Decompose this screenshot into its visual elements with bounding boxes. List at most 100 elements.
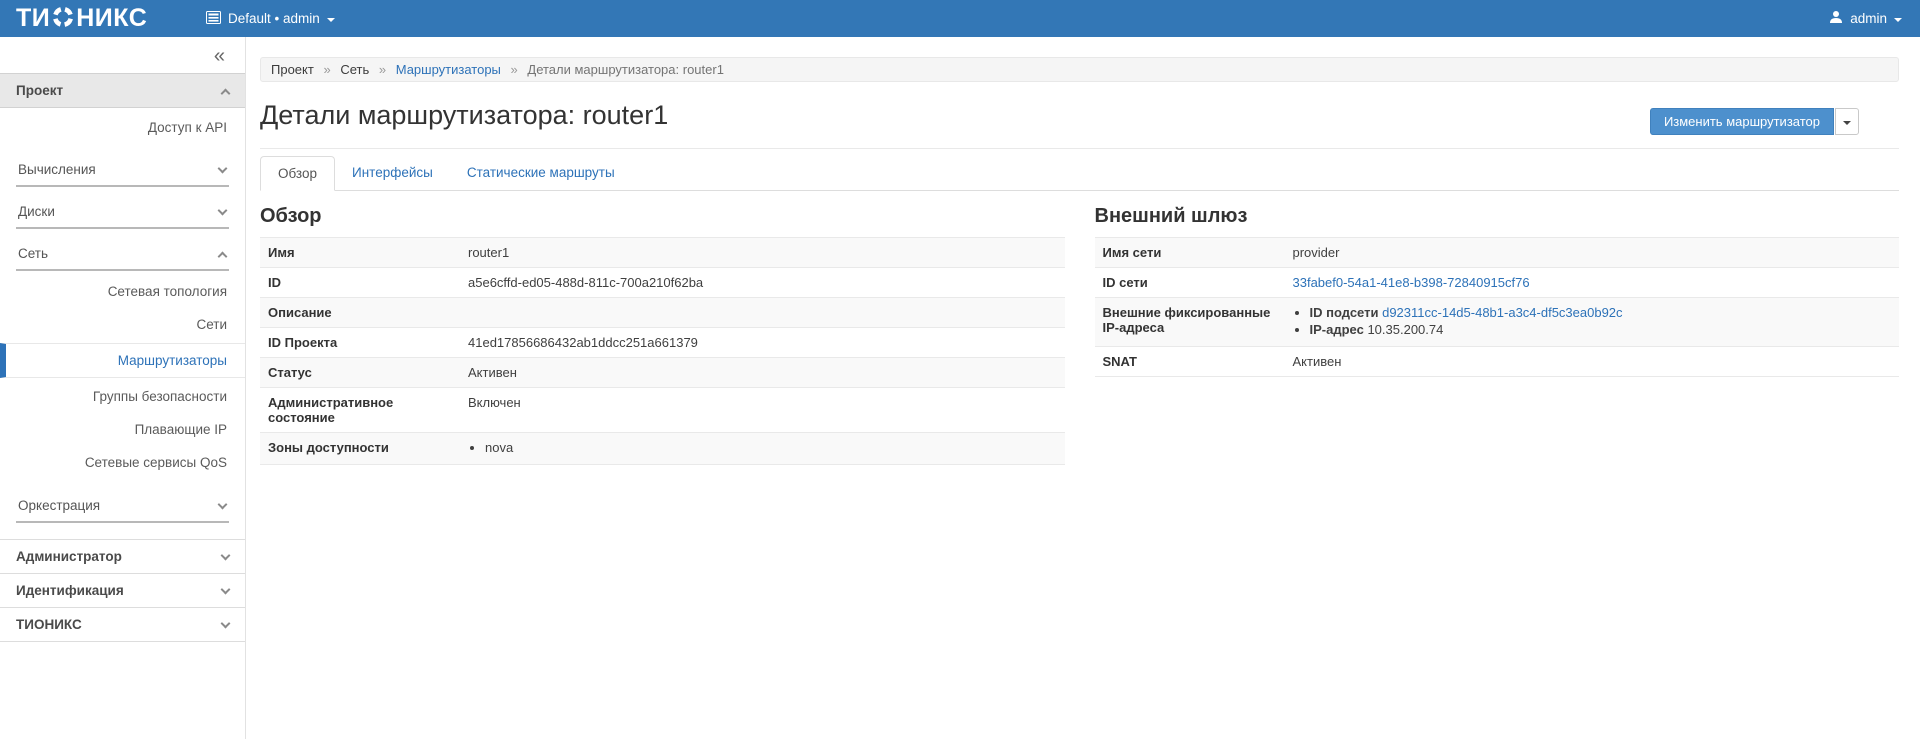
sidebar-category-network-label: Сеть <box>18 246 48 261</box>
row-value: 33fabef0-54a1-41e8-b398-72840915cf76 <box>1285 268 1900 298</box>
sidebar-dashboard-identity[interactable]: Идентификация <box>0 573 245 607</box>
sidebar-category-compute-label: Вычисления <box>18 162 96 177</box>
tab-static-routes[interactable]: Статические маршруты <box>450 156 632 191</box>
table-row: Внешние фиксированные IP-адреса ID подсе… <box>1095 298 1900 347</box>
table-row: Имя сети provider <box>1095 238 1900 268</box>
tab-interfaces[interactable]: Интерфейсы <box>335 156 450 191</box>
top-navbar: ТИ НИКС Default • admin admin <box>0 0 1920 37</box>
row-label: Описание <box>260 298 460 328</box>
sidebar-item-floating-ips[interactable]: Плавающие IP <box>0 413 245 446</box>
context-switcher-label: Default • admin <box>228 11 320 26</box>
table-row: Административное состояние Включен <box>260 388 1065 433</box>
main-content: Проект » Сеть » Маршрутизаторы » Детали … <box>246 37 1920 739</box>
page-header: Детали маршрутизатора: router1 Изменить … <box>260 94 1899 149</box>
row-value: 41ed17856686432ab1ddcc251a661379 <box>460 328 1065 358</box>
row-value: ID подсети d92311cc-14d5-48b1-a3c4-df5c3… <box>1285 298 1900 347</box>
availability-zones-list: nova <box>468 440 1057 457</box>
row-value: nova <box>460 433 1065 465</box>
list-item: nova <box>485 440 1057 457</box>
caret-down-icon <box>327 18 335 22</box>
context-switcher-menu[interactable]: Default • admin <box>206 11 335 27</box>
fixed-ips-list: ID подсети d92311cc-14d5-48b1-a3c4-df5c3… <box>1293 305 1892 339</box>
sidebar-dashboard-project[interactable]: Проект <box>0 73 245 108</box>
router-actions: Изменить маршрутизатор <box>1650 108 1859 135</box>
sidebar-category-volumes[interactable]: Диски <box>16 195 229 229</box>
logo-text-prefix: ТИ <box>16 6 50 31</box>
ip-address-value: 10.35.200.74 <box>1367 322 1443 337</box>
actions-dropdown-toggle[interactable] <box>1835 108 1859 135</box>
external-gateway-table: Имя сети provider ID сети 33fabef0-54a1-… <box>1095 237 1900 377</box>
edit-router-button[interactable]: Изменить маршрутизатор <box>1650 108 1834 135</box>
sidebar-category-orchestration[interactable]: Оркестрация <box>16 489 229 523</box>
breadcrumb-separator: » <box>323 62 330 77</box>
table-row: Статус Активен <box>260 358 1065 388</box>
collapse-sidebar-button[interactable]: « <box>214 45 225 67</box>
table-row: ID сети 33fabef0-54a1-41e8-b398-72840915… <box>1095 268 1900 298</box>
overview-content: Обзор Имя router1 ID a5e6cffd-ed05-488d-… <box>260 203 1899 465</box>
table-row: Зоны доступности nova <box>260 433 1065 465</box>
sidebar-dashboard-admin[interactable]: Администратор <box>0 539 245 573</box>
user-icon <box>1829 10 1843 27</box>
sidebar-dashboard-tionix[interactable]: ТИОНИКС <box>0 607 245 642</box>
context-switcher-icon <box>206 11 221 27</box>
table-row: ID a5e6cffd-ed05-488d-811c-700a210f62ba <box>260 268 1065 298</box>
overview-table: Имя router1 ID a5e6cffd-ed05-488d-811c-7… <box>260 237 1065 465</box>
sidebar-item-api-access[interactable]: Доступ к API <box>0 110 245 145</box>
sidebar-category-volumes-label: Диски <box>18 204 55 219</box>
row-label: ID Проекта <box>260 328 460 358</box>
external-gateway-section: Внешний шлюз Имя сети provider ID сети 3… <box>1095 203 1900 465</box>
chevron-up-icon <box>218 252 228 262</box>
sidebar-dashboard-admin-label: Администратор <box>16 549 122 564</box>
row-label: Внешние фиксированные IP-адреса <box>1095 298 1285 347</box>
table-row: SNAT Активен <box>1095 347 1900 377</box>
breadcrumb-item-network: Сеть <box>340 62 369 77</box>
row-value <box>460 298 1065 328</box>
ip-address-label: IP-адрес <box>1310 322 1364 337</box>
breadcrumb-item-current: Детали маршрутизатора: router1 <box>527 62 724 77</box>
breadcrumb-separator: » <box>379 62 386 77</box>
row-label: ID сети <box>1095 268 1285 298</box>
table-row: Имя router1 <box>260 238 1065 268</box>
sidebar-dashboard-identity-label: Идентификация <box>16 583 124 598</box>
network-id-link[interactable]: 33fabef0-54a1-41e8-b398-72840915cf76 <box>1293 275 1530 290</box>
subnet-id-link[interactable]: d92311cc-14d5-48b1-a3c4-df5c3ea0b92c <box>1382 305 1622 320</box>
row-label: Имя сети <box>1095 238 1285 268</box>
user-menu-label: admin <box>1850 11 1887 26</box>
chevron-down-icon <box>218 164 228 174</box>
row-label: Зоны доступности <box>260 433 460 465</box>
sidebar-dashboard-project-label: Проект <box>16 83 63 98</box>
breadcrumb: Проект » Сеть » Маршрутизаторы » Детали … <box>260 57 1899 82</box>
detail-tabs: Обзор Интерфейсы Статические маршруты <box>260 156 1899 191</box>
sidebar-item-networks[interactable]: Сети <box>0 308 245 341</box>
sidebar-item-network-topology[interactable]: Сетевая топология <box>0 275 245 308</box>
chevron-down-icon <box>221 619 231 629</box>
sidebar-category-compute[interactable]: Вычисления <box>16 153 229 187</box>
caret-down-icon <box>1894 18 1902 22</box>
sidebar-item-security-groups[interactable]: Группы безопасности <box>0 380 245 413</box>
chevron-down-icon <box>218 206 228 216</box>
breadcrumb-item-project: Проект <box>271 62 314 77</box>
row-label: ID <box>260 268 460 298</box>
chevron-up-icon <box>221 89 231 99</box>
row-label: Административное состояние <box>260 388 460 433</box>
overview-section: Обзор Имя router1 ID a5e6cffd-ed05-488d-… <box>260 203 1065 465</box>
row-value: Активен <box>460 358 1065 388</box>
sidebar-project-panel: Доступ к API Вычисления Диски Сеть Сетев… <box>0 108 245 539</box>
row-value: Активен <box>1285 347 1900 377</box>
row-value: a5e6cffd-ed05-488d-811c-700a210f62ba <box>460 268 1065 298</box>
subnet-id-label: ID подсети <box>1310 305 1379 320</box>
chevron-down-icon <box>221 551 231 561</box>
breadcrumb-link-routers[interactable]: Маршрутизаторы <box>396 62 501 77</box>
user-menu[interactable]: admin <box>1829 10 1902 27</box>
logo-o-icon <box>50 4 76 33</box>
logo-text-suffix: НИКС <box>76 6 147 31</box>
sidebar-item-network-qos[interactable]: Сетевые сервисы QoS <box>0 446 245 479</box>
sidebar-category-network[interactable]: Сеть <box>16 237 229 271</box>
page-title: Детали маршрутизатора: router1 <box>260 100 668 131</box>
sidebar-item-routers[interactable]: Маршрутизаторы <box>0 343 245 378</box>
tab-overview[interactable]: Обзор <box>260 156 335 191</box>
external-gateway-title: Внешний шлюз <box>1095 205 1900 228</box>
row-label: SNAT <box>1095 347 1285 377</box>
overview-section-title: Обзор <box>260 205 1065 228</box>
sidebar-collapse-row: « <box>0 37 245 73</box>
